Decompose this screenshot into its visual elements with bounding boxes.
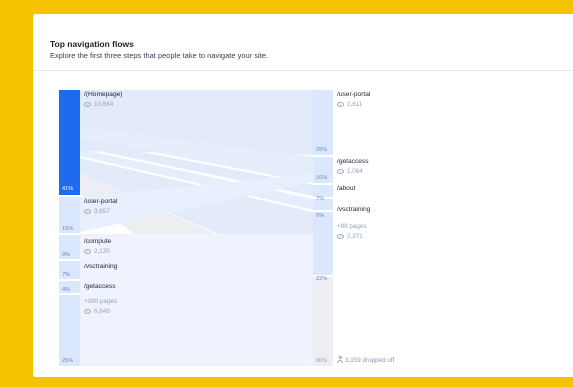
node-label-vsctraining-2[interactable]: /vsctraining bbox=[337, 206, 370, 213]
node-bar-more-pages-2[interactable] bbox=[313, 212, 333, 275]
node-percent-user-portal: 15% bbox=[62, 226, 74, 232]
person-icon bbox=[337, 356, 343, 363]
node-count-value: 2,135 bbox=[94, 248, 110, 255]
panel-background: Top navigation flows Explore the first t… bbox=[33, 14, 573, 377]
dropped-off-label: 3,159 dropped off bbox=[337, 356, 394, 364]
node-label-user-portal[interactable]: /user-portal bbox=[84, 198, 117, 205]
node-count-value: 1,064 bbox=[347, 168, 363, 175]
more-pages-label[interactable]: +380 pages bbox=[84, 298, 117, 305]
node-count-homepage: 10,664 bbox=[84, 101, 113, 108]
dropped-off-text: 3,159 dropped off bbox=[345, 357, 395, 364]
node-percent-homepage: 41% bbox=[62, 186, 74, 192]
flow-graphic bbox=[59, 90, 333, 366]
node-percent-vsctraining-2: 6% bbox=[316, 213, 325, 219]
node-percent-getaccess-2: 10% bbox=[316, 175, 328, 181]
eye-icon bbox=[84, 309, 91, 314]
node-percent-getaccess: 4% bbox=[62, 287, 71, 293]
node-count-value: 2,371 bbox=[347, 233, 363, 240]
node-bar-homepage[interactable] bbox=[59, 90, 80, 195]
node-count-user-portal-2: 2,611 bbox=[337, 101, 362, 108]
node-label-user-portal-2[interactable]: /user-portal bbox=[337, 91, 370, 98]
node-label-vsctraining[interactable]: /vsctraining bbox=[84, 263, 117, 270]
node-percent-vsctraining: 7% bbox=[62, 272, 71, 278]
node-label-compute[interactable]: /compute bbox=[84, 238, 111, 245]
node-count-compute: 2,135 bbox=[84, 248, 110, 255]
node-label-getaccess-2[interactable]: /getaccess bbox=[337, 158, 369, 165]
eye-icon bbox=[84, 209, 91, 214]
node-label-getaccess[interactable]: /getaccess bbox=[84, 283, 116, 290]
node-count-value: 6,649 bbox=[94, 308, 110, 315]
node-count-value: 10,664 bbox=[94, 101, 114, 108]
node-label-homepage[interactable]: /(Homepage) bbox=[84, 91, 122, 98]
node-count-user-portal: 3,657 bbox=[84, 208, 110, 215]
node-bar-dropped-2[interactable] bbox=[313, 277, 333, 366]
node-percent-user-portal-2: 25% bbox=[316, 147, 328, 153]
node-percent-about-2: 7% bbox=[316, 196, 325, 202]
more-pages-percent-2: 22% bbox=[316, 276, 328, 282]
eye-icon bbox=[337, 102, 344, 107]
navigation-flow-diagram: /(Homepage) 10,664 41% /user-portal 3,65… bbox=[33, 14, 573, 377]
eye-icon bbox=[337, 169, 344, 174]
eye-icon bbox=[84, 249, 91, 254]
node-bar-more-pages[interactable] bbox=[59, 295, 80, 366]
navigation-flows-card: Top navigation flows Explore the first t… bbox=[33, 14, 573, 377]
more-pages-count-2: 2,371 bbox=[337, 233, 363, 240]
more-pages-label-2[interactable]: +88 pages bbox=[337, 223, 367, 230]
eye-icon bbox=[84, 102, 91, 107]
node-bar-user-portal-2[interactable] bbox=[313, 90, 333, 155]
more-pages-percent: 25% bbox=[62, 358, 74, 364]
node-count-value: 2,611 bbox=[347, 101, 363, 108]
node-label-about-2[interactable]: /about bbox=[337, 185, 355, 192]
node-count-getaccess-2: 1,064 bbox=[337, 168, 363, 175]
node-count-value: 3,657 bbox=[94, 208, 110, 215]
more-pages-count: 6,649 bbox=[84, 308, 110, 315]
eye-icon bbox=[337, 234, 344, 239]
node-percent-compute: 9% bbox=[62, 252, 71, 258]
dropped-percent: 30% bbox=[316, 358, 328, 364]
